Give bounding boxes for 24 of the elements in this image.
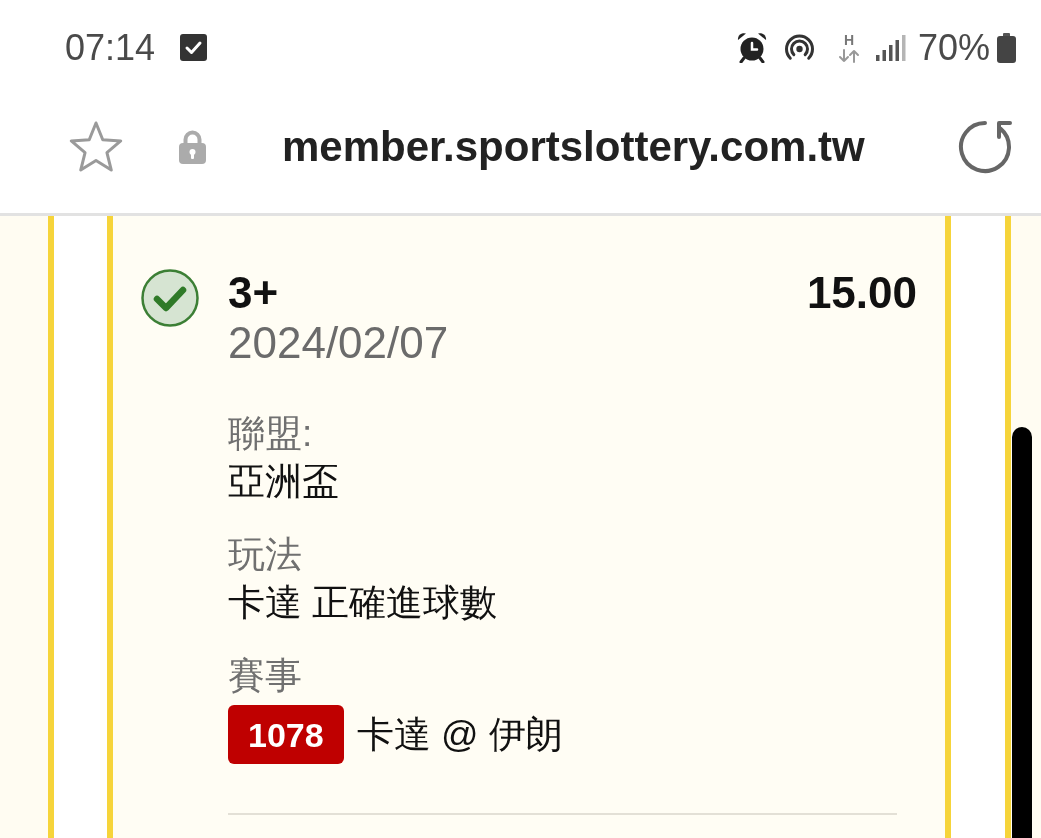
- event-code-badge: 1078: [228, 705, 344, 764]
- reload-icon[interactable]: [957, 119, 1012, 174]
- battery-icon: [996, 32, 1017, 63]
- clock-time: 07:14: [65, 29, 156, 66]
- lock-icon[interactable]: [178, 129, 207, 164]
- url-text[interactable]: member.sportslottery.com.tw: [282, 125, 865, 168]
- bet-date: 2024/02/07: [228, 318, 449, 368]
- field-label: 聯盟:: [228, 412, 313, 456]
- field-value: 亞洲盃: [228, 460, 339, 504]
- scrollbar-thumb[interactable]: [1012, 427, 1032, 838]
- alarm-clock-icon: [735, 32, 768, 63]
- field-value: 卡達 正確進球數: [228, 581, 498, 625]
- star-icon[interactable]: [67, 120, 125, 173]
- bet-selection: 3+: [228, 268, 279, 318]
- field-label: 賽事: [228, 654, 302, 698]
- hotspot-icon: [782, 33, 816, 62]
- network-type-label: H: [843, 32, 854, 47]
- battery-percent: 70%: [917, 29, 990, 66]
- field-label: 玩法: [228, 533, 302, 577]
- check-square-icon: [180, 34, 208, 61]
- event-teams: 卡達 @ 伊朗: [356, 712, 563, 757]
- signal-icon: [875, 34, 906, 61]
- odds-value: 15.00: [806, 268, 917, 318]
- data-arrows-icon: [837, 48, 860, 63]
